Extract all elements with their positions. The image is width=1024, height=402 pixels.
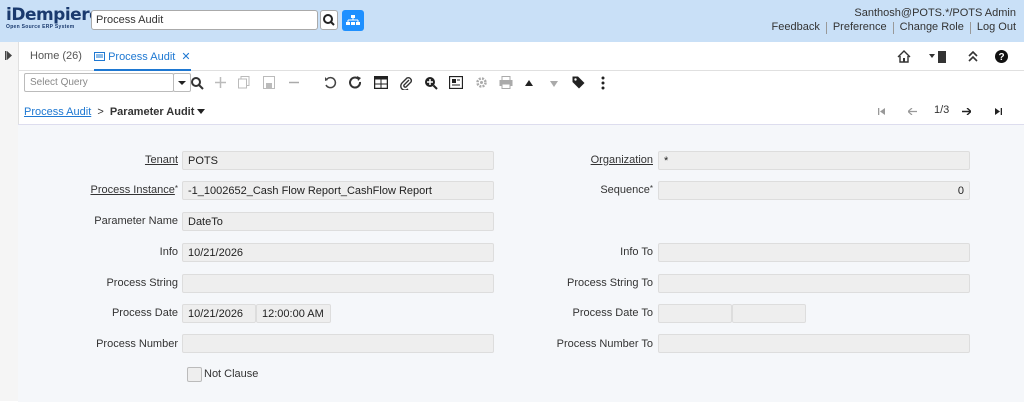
zoom-across-icon[interactable] — [424, 76, 438, 90]
previous-record-icon[interactable] — [908, 108, 917, 115]
record-position: 1/3 — [934, 104, 950, 116]
select-query-input[interactable]: Select Query — [24, 73, 174, 92]
not-clause-checkbox[interactable] — [187, 367, 202, 382]
attachment-icon[interactable] — [400, 76, 413, 90]
breadcrumb: Process Audit > Parameter Audit — [24, 106, 206, 118]
close-tab-icon[interactable]: ✕ — [181, 51, 190, 63]
save-icon[interactable] — [263, 76, 275, 89]
search-button[interactable] — [320, 10, 338, 30]
global-search-input[interactable] — [91, 10, 318, 30]
preference-link[interactable]: Preference — [833, 21, 887, 34]
change-role-link[interactable]: Change Role — [900, 21, 964, 34]
tenant-label[interactable]: Tenant — [145, 154, 178, 166]
first-record-icon[interactable] — [878, 108, 885, 115]
query-dropdown-button[interactable] — [173, 73, 191, 92]
process-number-field[interactable] — [182, 334, 494, 353]
window-tabs: Home (26) Process Audit ✕ — [18, 42, 1024, 71]
expand-panel-icon[interactable] — [5, 51, 13, 60]
find-icon[interactable] — [190, 76, 204, 90]
more-options-icon[interactable] — [601, 76, 605, 90]
logout-link[interactable]: Log Out — [977, 21, 1016, 34]
process-number-to-label: Process Number To — [556, 338, 653, 350]
process-date-to-field[interactable] — [658, 304, 732, 323]
next-record-caret-icon[interactable] — [550, 81, 558, 87]
west-panel-collapsed — [0, 42, 19, 401]
grid-toggle-icon[interactable] — [374, 76, 388, 89]
header-bar: iDempiere Open Source ERP System Santhos… — [0, 0, 1024, 42]
window-toolbar: Select Query — [18, 70, 1024, 100]
info-to-field[interactable] — [658, 243, 970, 262]
window-icon — [94, 52, 105, 61]
info-field[interactable]: 10/21/2026 — [182, 243, 494, 262]
info-to-label: Info To — [620, 246, 653, 258]
collapse-up-icon[interactable] — [968, 51, 978, 62]
process-time-to-field[interactable] — [732, 304, 806, 323]
idempiere-logo[interactable]: iDempiere Open Source ERP System — [6, 5, 101, 31]
breadcrumb-parent-link[interactable]: Process Audit — [24, 106, 91, 118]
parameter-name-label: Parameter Name — [94, 215, 178, 227]
print-icon[interactable] — [499, 76, 513, 89]
search-icon — [323, 14, 335, 26]
process-number-to-field[interactable] — [658, 334, 970, 353]
tab-process-audit[interactable]: Process Audit ✕ — [94, 50, 191, 71]
home-icon[interactable] — [897, 50, 911, 63]
sitemap-icon — [346, 15, 360, 25]
undo-icon[interactable] — [324, 76, 337, 89]
process-instance-label[interactable]: Process Instance — [91, 184, 175, 196]
process-string-field[interactable] — [182, 274, 494, 293]
process-string-label: Process String — [106, 277, 178, 289]
tab-home[interactable]: Home (26) — [30, 50, 82, 62]
organization-label[interactable]: Organization — [591, 154, 653, 166]
copy-record-icon[interactable] — [238, 76, 250, 89]
delete-icon[interactable] — [288, 76, 300, 89]
tenant-field[interactable]: POTS — [182, 151, 494, 170]
process-string-to-field[interactable] — [658, 274, 970, 293]
process-date-field[interactable]: 10/21/2026 — [182, 304, 256, 323]
next-record-icon[interactable] — [962, 108, 971, 115]
feedback-link[interactable]: Feedback — [772, 21, 820, 34]
user-info[interactable]: Santhosh@POTS.*/POTS Admin — [854, 7, 1016, 19]
breadcrumb-current[interactable]: Parameter Audit — [110, 106, 195, 118]
organization-field[interactable]: * — [658, 151, 970, 170]
menu-tree-button[interactable] — [342, 10, 364, 31]
header-links: Feedback Preference Change Role Log Out — [772, 21, 1016, 34]
logo-text: iDempiere — [6, 5, 101, 25]
process-gear-icon[interactable] — [475, 76, 488, 89]
process-number-label: Process Number — [96, 338, 178, 350]
sequence-label: Sequence — [600, 184, 650, 196]
breadcrumb-separator: > — [97, 106, 104, 118]
not-clause-label: Not Clause — [204, 368, 259, 380]
previous-record-caret-icon[interactable] — [525, 80, 533, 86]
svg-text:?: ? — [998, 52, 1004, 63]
divider — [969, 22, 971, 34]
report-icon[interactable] — [449, 76, 463, 89]
caret-down-icon — [178, 81, 186, 85]
sequence-label-wrap: Sequence* — [600, 184, 653, 196]
parameter-name-field[interactable]: DateTo — [182, 212, 494, 231]
last-record-icon[interactable] — [995, 108, 1002, 115]
process-date-label: Process Date — [111, 307, 178, 319]
tab-label: Process Audit — [108, 51, 176, 63]
process-instance-label-wrap: Process Instance* — [91, 184, 179, 196]
exit-window-icon[interactable] — [929, 51, 947, 63]
tag-icon[interactable] — [572, 76, 585, 89]
process-date-to-label: Process Date To — [572, 307, 653, 319]
process-string-to-label: Process String To — [566, 277, 653, 289]
sequence-field[interactable]: 0 — [658, 181, 970, 200]
mandatory-marker: * — [174, 184, 178, 193]
info-label: Info — [159, 246, 178, 258]
process-time-field[interactable]: 12:00:00 AM — [256, 304, 331, 323]
divider — [825, 22, 827, 34]
mandatory-marker: * — [649, 184, 653, 193]
divider — [892, 22, 894, 34]
help-icon[interactable]: ? — [995, 50, 1008, 63]
new-record-icon[interactable] — [214, 76, 227, 89]
chevron-down-icon[interactable] — [197, 109, 206, 115]
refresh-icon[interactable] — [349, 76, 362, 89]
process-instance-field[interactable]: -1_1002652_Cash Flow Report_CashFlow Rep… — [182, 181, 494, 200]
